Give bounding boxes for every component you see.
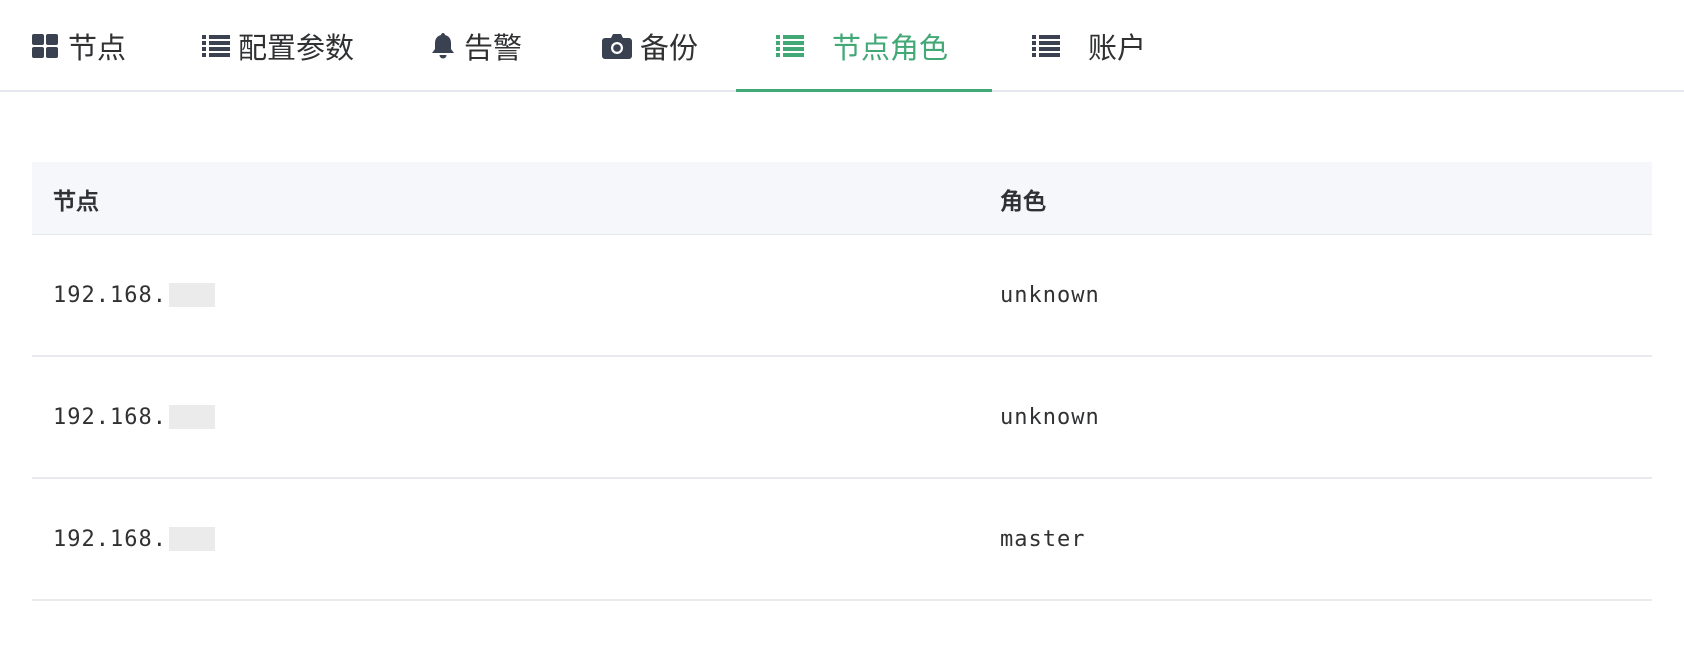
list-icon [776,34,804,58]
active-tab-indicator [736,89,992,92]
node-cell: 192.168. [53,235,215,355]
header-node: 节点 [53,188,99,215]
tab-config-params[interactable]: 配置参数 [202,0,354,92]
tab-label: 备份 [640,31,699,65]
tab-bar: 节点 配置参数 告警 备份 节点角色 账户 [0,0,1684,92]
redacted-block [168,405,215,429]
tab-backup[interactable]: 备份 [602,0,698,92]
role-cell: unknown [1000,282,1100,308]
node-cell: 192.168. [53,357,215,477]
list-icon [202,34,230,58]
tab-nodes[interactable]: 节点 [32,0,126,92]
tab-label: 账户 [1088,31,1147,65]
table-row: 192.168. unknown [32,357,1652,479]
redacted-block [168,527,215,551]
table-row: 192.168. unknown [32,235,1652,357]
list-icon [1032,34,1060,58]
redacted-block [168,283,215,307]
node-address: 192.168. [53,404,167,430]
table-row: 192.168. master [32,479,1652,601]
node-roles-table: 节点 角色 192.168. unknown 192.168. unknown … [32,162,1652,601]
tab-node-roles[interactable]: 节点角色 [776,0,948,92]
header-role: 角色 [1000,188,1046,215]
bell-icon [430,32,456,60]
tab-accounts[interactable]: 账户 [1032,0,1146,92]
camera-icon [602,33,632,59]
node-address: 192.168. [53,526,167,552]
table-header: 节点 角色 [32,162,1652,235]
role-cell: unknown [1000,404,1100,430]
node-address: 192.168. [53,282,167,308]
tab-label: 配置参数 [238,31,355,65]
tab-label: 节点 [68,31,127,65]
grid-icon [32,34,58,58]
tab-label: 节点角色 [832,31,949,65]
tab-label: 告警 [464,31,523,65]
tab-alerts[interactable]: 告警 [430,0,522,92]
role-cell: master [1000,526,1086,552]
node-cell: 192.168. [53,479,215,599]
